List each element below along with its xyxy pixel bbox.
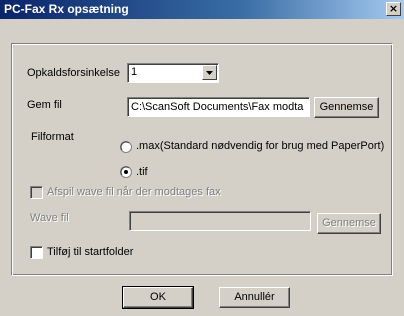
wave-file-browse-button[interactable]: Gennemse <box>317 213 381 234</box>
save-file-browse-button[interactable]: Gennemse <box>314 97 379 118</box>
wave-file-label: Wave fil <box>30 212 69 224</box>
wave-file-path-field[interactable] <box>129 211 311 231</box>
save-file-path: C:\ScanSoft Documents\Fax modta <box>131 101 304 113</box>
format-max-label[interactable]: .max(Standard nødvendig for brug med Pap… <box>136 140 384 152</box>
format-tif-label[interactable]: .tif <box>136 166 148 178</box>
close-icon: × <box>388 2 399 15</box>
dial-delay-label: Opkaldsforsinkelse <box>27 67 120 79</box>
window-title: PC-Fax Rx opsætning <box>4 2 129 16</box>
startup-checkbox[interactable] <box>30 246 43 259</box>
browse-label: Gennemse <box>322 217 376 229</box>
save-file-label: Gem fil <box>27 99 62 111</box>
chevron-down-icon <box>206 71 213 75</box>
play-wave-checkbox[interactable] <box>30 186 43 199</box>
ok-button[interactable]: OK <box>122 286 194 309</box>
format-tif-radio[interactable] <box>120 166 132 178</box>
dial-delay-value: 1 <box>131 66 138 78</box>
close-button[interactable]: × <box>386 2 401 16</box>
ok-label: OK <box>150 291 166 303</box>
startup-label[interactable]: Tilføj til startfolder <box>47 246 133 258</box>
play-wave-label[interactable]: Afspil wave fil når der modtages fax <box>47 186 221 198</box>
browse-label: Gennemse <box>319 101 374 113</box>
save-file-path-field[interactable]: C:\ScanSoft Documents\Fax modta <box>127 97 310 117</box>
cancel-button[interactable]: Annullér <box>219 287 290 308</box>
format-max-radio[interactable] <box>120 141 132 153</box>
pcfax-rx-setup-dialog: PC-Fax Rx opsætning × Opkaldsforsinkelse… <box>0 0 404 316</box>
dropdown-button[interactable] <box>202 65 217 80</box>
cancel-label: Annullér <box>234 291 275 303</box>
title-bar[interactable]: PC-Fax Rx opsætning × <box>0 0 404 19</box>
file-format-label: Filformat <box>31 131 74 143</box>
dial-delay-select[interactable]: 1 <box>127 63 219 83</box>
